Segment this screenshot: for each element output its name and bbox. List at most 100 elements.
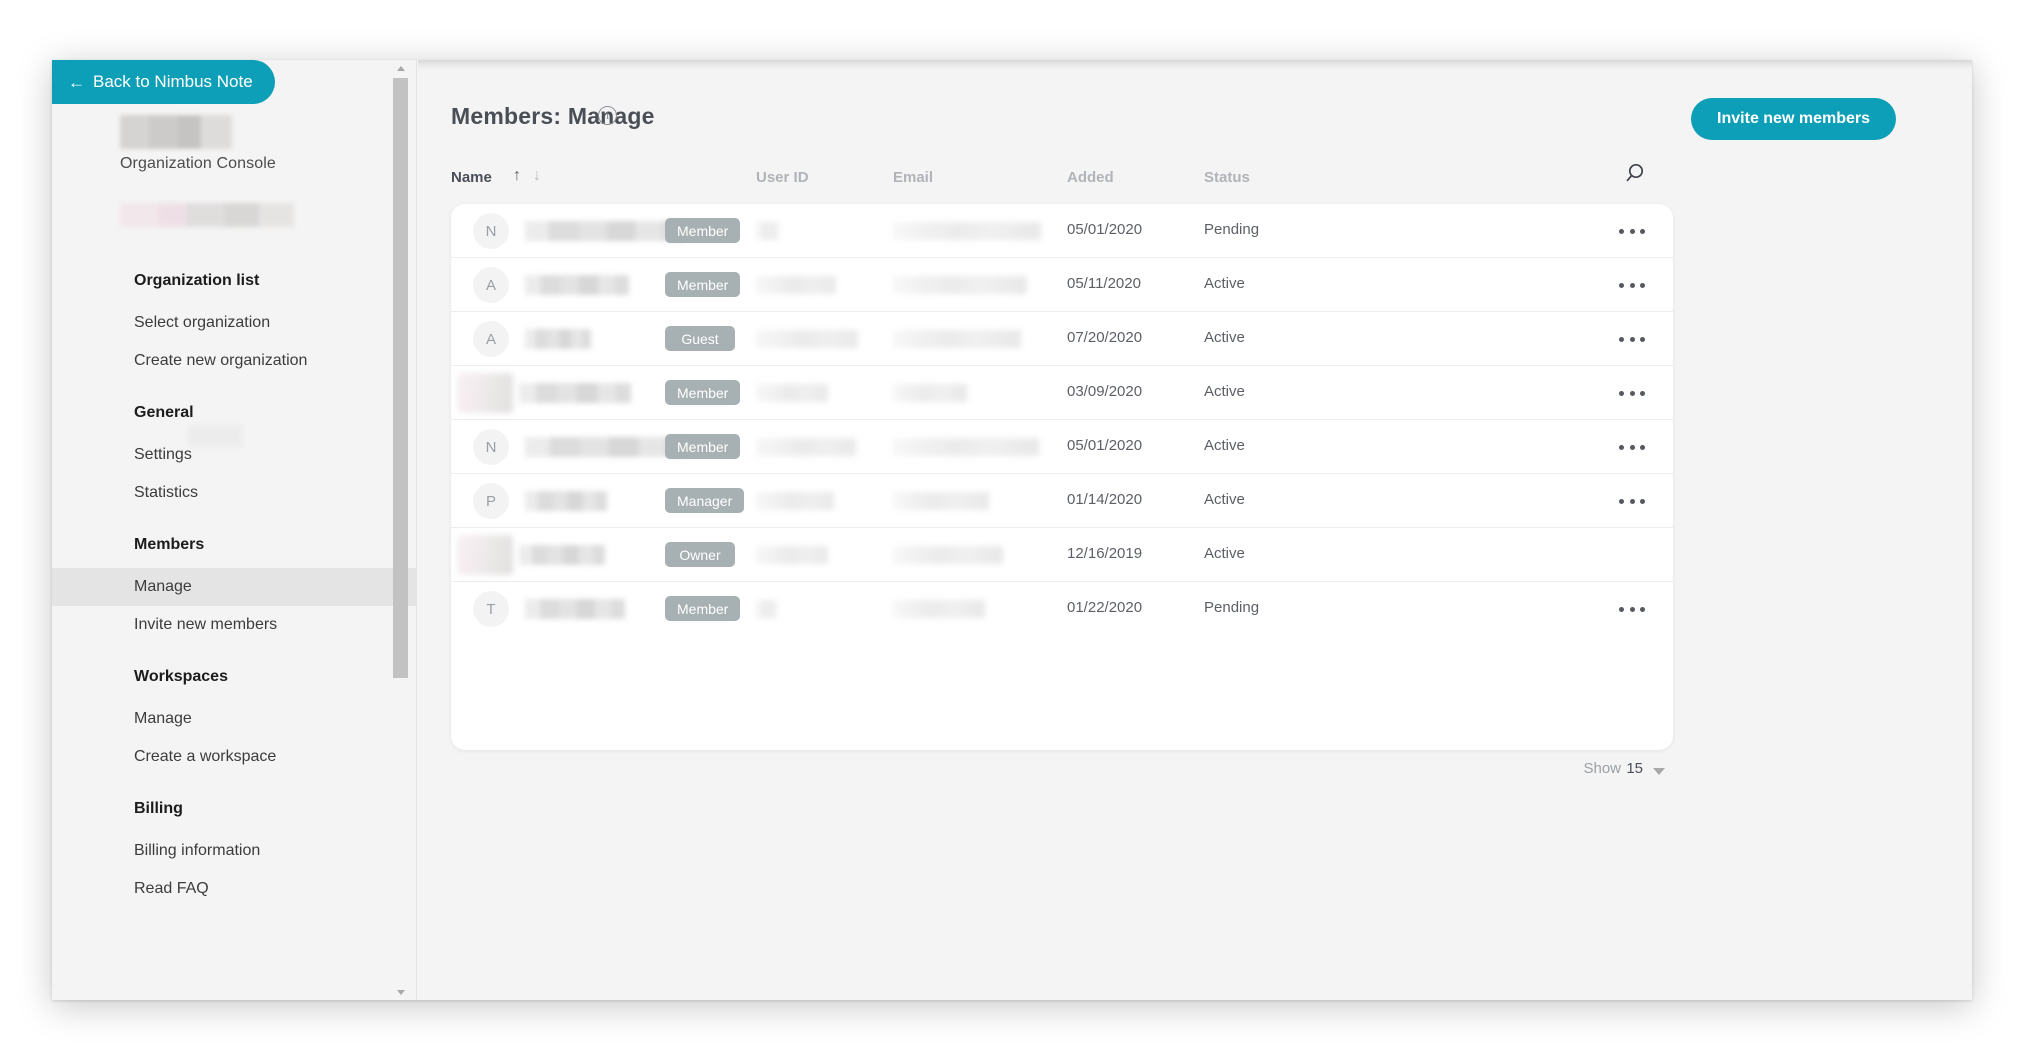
user-id-redacted — [756, 546, 828, 564]
status-badge: Pending — [1204, 599, 1260, 616]
sidebar: ← Back to Nimbus Note Organization Conso… — [52, 60, 417, 1000]
member-name-redacted — [525, 599, 625, 619]
sort-descending-icon[interactable]: ↓ — [533, 167, 541, 185]
main-content: Members: Manage i Invite new members ↑ ↓… — [418, 60, 1972, 1000]
sidebar-item-label: Select organization — [134, 314, 271, 331]
email-redacted — [893, 330, 1021, 348]
member-name-redacted — [519, 383, 631, 403]
member-name-redacted — [525, 221, 683, 241]
arrow-left-icon: ← — [68, 72, 85, 92]
column-header-name[interactable]: Name — [451, 169, 492, 186]
search-icon[interactable] — [1624, 161, 1650, 187]
status-badge: Active — [1204, 437, 1245, 454]
avatar — [457, 373, 513, 413]
nav-group-title-organization-list: Organization list — [134, 272, 260, 289]
column-header-email[interactable]: Email — [893, 169, 933, 186]
sidebar-item-manage[interactable]: Manage — [52, 700, 416, 738]
table-row[interactable]: Member 03/09/2020 Active — [451, 366, 1673, 420]
row-actions-menu-icon[interactable] — [1619, 386, 1645, 400]
status-badge: Active — [1204, 491, 1245, 508]
cell-added-date: 01/22/2020 — [1067, 599, 1143, 616]
column-header-status[interactable]: Status — [1204, 169, 1250, 186]
email-redacted — [893, 600, 985, 618]
back-button-label: Back to Nimbus Note — [93, 72, 253, 91]
nav-group-title-general: General — [134, 404, 194, 421]
email-redacted — [893, 384, 967, 402]
row-actions-menu-icon[interactable] — [1619, 440, 1645, 454]
table-row[interactable]: T Member 01/22/2020 Pending — [451, 582, 1673, 636]
sidebar-item-statistics[interactable]: Statistics — [52, 474, 416, 512]
role-badge[interactable]: Manager — [665, 488, 745, 513]
cell-added-date: 07/20/2020 — [1067, 329, 1143, 346]
cell-added-date: 03/09/2020 — [1067, 383, 1143, 400]
back-to-nimbus-note-button[interactable]: ← Back to Nimbus Note — [52, 60, 275, 104]
sidebar-item-label: Read FAQ — [134, 880, 209, 897]
organization-console-window: ← Back to Nimbus Note Organization Conso… — [52, 60, 1972, 1000]
nav-group-title-workspaces: Workspaces — [134, 668, 228, 685]
user-id-redacted — [756, 384, 828, 402]
user-id-redacted — [756, 330, 858, 348]
invite-new-members-button[interactable]: Invite new members — [1691, 98, 1896, 140]
role-badge[interactable]: Guest — [665, 326, 735, 351]
sidebar-item-label: Create a workspace — [134, 748, 277, 765]
sort-ascending-icon[interactable]: ↑ — [513, 167, 521, 185]
column-header-added[interactable]: Added — [1067, 169, 1114, 186]
column-header-userid[interactable]: User ID — [756, 169, 809, 186]
sidebar-item-label: Invite new members — [134, 616, 278, 633]
scroll-down-arrow-icon[interactable] — [393, 984, 408, 1000]
table-row[interactable]: N Member 05/01/2020 Active — [451, 420, 1673, 474]
table-row[interactable]: A Guest 07/20/2020 Active — [451, 312, 1673, 366]
member-name-redacted — [519, 545, 605, 565]
info-icon[interactable]: i — [598, 106, 617, 125]
status-badge: Pending — [1204, 221, 1260, 238]
organization-name — [120, 203, 294, 227]
table-row[interactable]: A Member 05/11/2020 Active — [451, 258, 1673, 312]
role-badge[interactable]: Member — [665, 218, 741, 243]
sidebar-item-label: Manage — [134, 578, 192, 595]
row-actions-menu-icon[interactable] — [1619, 224, 1645, 238]
row-actions-menu-icon[interactable] — [1619, 332, 1645, 346]
sidebar-item-billing-information[interactable]: Billing information — [52, 832, 416, 870]
cell-added-date: 01/14/2020 — [1067, 491, 1143, 508]
avatar: A — [473, 267, 509, 303]
sidebar-scrollbar[interactable] — [393, 60, 408, 1000]
row-actions-menu-icon[interactable] — [1619, 602, 1645, 616]
sidebar-item-read-faq[interactable]: Read FAQ — [52, 870, 416, 908]
sidebar-scrollbar-thumb[interactable] — [393, 78, 408, 678]
sidebar-item-create-new-organization[interactable]: Create new organization — [52, 342, 416, 380]
show-label: Show — [1583, 760, 1621, 777]
avatar: T — [473, 591, 509, 627]
role-badge[interactable]: Member — [665, 272, 741, 297]
avatar: N — [473, 213, 509, 249]
row-actions-menu-icon[interactable] — [1619, 278, 1645, 292]
role-badge[interactable]: Member — [665, 596, 741, 621]
settings-badge-redacted — [188, 425, 242, 447]
show-count-value[interactable]: 15 — [1626, 760, 1643, 777]
cell-added-date: 12/16/2019 — [1067, 545, 1143, 562]
email-redacted — [893, 276, 1027, 294]
sidebar-item-create-a-workspace[interactable]: Create a workspace — [52, 738, 416, 776]
email-redacted — [893, 438, 1039, 456]
sidebar-item-select-organization[interactable]: Select organization — [52, 304, 416, 342]
role-badge[interactable]: Member — [665, 380, 741, 405]
member-name-redacted — [525, 491, 607, 511]
row-actions-menu-icon[interactable] — [1619, 494, 1645, 508]
table-footer: Show 15 — [451, 760, 1673, 790]
sidebar-item-invite-new-members[interactable]: Invite new members — [52, 606, 416, 644]
status-badge: Active — [1204, 329, 1245, 346]
role-badge[interactable]: Owner — [665, 542, 735, 567]
organization-logo — [120, 115, 232, 149]
avatar — [457, 535, 513, 575]
avatar: A — [473, 321, 509, 357]
scroll-up-arrow-icon[interactable] — [393, 60, 408, 76]
avatar: N — [473, 429, 509, 465]
status-badge: Active — [1204, 383, 1245, 400]
chevron-down-icon[interactable] — [1653, 768, 1665, 775]
table-row[interactable]: Owner 12/16/2019 Active — [451, 528, 1673, 582]
sidebar-item-manage[interactable]: Manage — [52, 568, 416, 606]
role-badge[interactable]: Member — [665, 434, 741, 459]
member-name-redacted — [525, 275, 629, 295]
table-row[interactable]: N Member 05/01/2020 Pending — [451, 204, 1673, 258]
members-table-card: N Member 05/01/2020 Pending A Member 05/11/202… — [451, 204, 1673, 750]
table-row[interactable]: P Manager 01/14/2020 Active — [451, 474, 1673, 528]
